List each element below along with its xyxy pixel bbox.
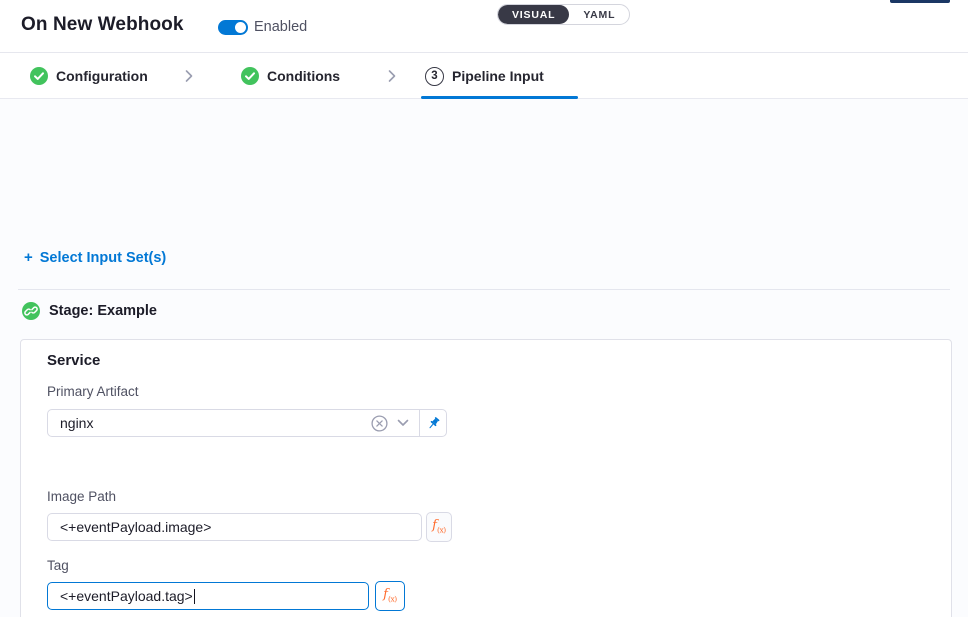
check-circle-icon — [241, 67, 259, 85]
enabled-toggle[interactable] — [218, 20, 248, 35]
tag-value: <+eventPayload.tag> — [60, 588, 193, 604]
clear-icon[interactable] — [371, 415, 388, 432]
tab-yaml[interactable]: YAML — [569, 5, 629, 24]
step-label: Configuration — [56, 68, 148, 84]
stage-icon — [22, 302, 40, 320]
select-input-sets-link[interactable]: + Select Input Set(s) — [24, 249, 166, 266]
enabled-label: Enabled — [254, 19, 307, 35]
select-main: nginx — [48, 410, 419, 436]
step-configuration[interactable]: Configuration — [30, 53, 148, 99]
service-section-title: Service — [47, 352, 100, 369]
toggle-knob — [235, 22, 246, 33]
check-circle-icon — [30, 67, 48, 85]
plus-icon: + — [24, 249, 33, 266]
primary-artifact-value: nginx — [60, 415, 362, 431]
stage-label: Stage: Example — [49, 303, 157, 319]
cutoff-top-button[interactable] — [890, 0, 950, 3]
tag-input[interactable]: <+eventPayload.tag> — [47, 582, 369, 610]
expression-button[interactable]: f(x) — [426, 512, 452, 542]
image-path-value: <+eventPayload.image> — [60, 519, 211, 535]
step-label: Pipeline Input — [452, 68, 544, 84]
service-card: Service Primary Artifact nginx — [20, 339, 952, 617]
chevron-right-icon — [184, 69, 194, 83]
primary-artifact-select[interactable]: nginx — [47, 409, 447, 437]
page-title: On New Webhook — [21, 14, 184, 36]
step-conditions[interactable]: Conditions — [241, 53, 340, 99]
trigger-wizard-page: On New Webhook Enabled VISUAL YAML Confi… — [0, 0, 968, 617]
tab-visual[interactable]: VISUAL — [498, 5, 569, 24]
stage-header: Stage: Example — [22, 302, 157, 320]
fx-icon: f(x) — [383, 588, 397, 603]
chevron-right-icon — [387, 69, 397, 83]
content-area: + Select Input Set(s) Stage: Example Ser… — [0, 99, 968, 617]
step-label: Conditions — [267, 68, 340, 84]
pin-button[interactable] — [419, 410, 446, 436]
visual-yaml-switch: VISUAL YAML — [497, 4, 630, 25]
text-caret — [194, 589, 195, 604]
primary-artifact-label: Primary Artifact — [47, 384, 139, 399]
select-input-sets-label: Select Input Set(s) — [40, 250, 167, 266]
chevron-down-icon[interactable] — [397, 419, 409, 427]
image-path-label: Image Path — [47, 489, 116, 504]
expression-button[interactable]: f(x) — [375, 581, 405, 611]
pin-icon — [426, 416, 441, 431]
fx-icon: f(x) — [432, 519, 446, 534]
step-pipeline-input[interactable]: 3 Pipeline Input — [425, 53, 544, 99]
wizard-step-bar: Configuration Conditions 3 Pipeline Inpu… — [0, 53, 968, 99]
image-path-input[interactable]: <+eventPayload.image> — [47, 513, 422, 541]
step-number-badge: 3 — [425, 67, 444, 86]
page-header: On New Webhook Enabled VISUAL YAML — [0, 0, 968, 53]
divider — [18, 289, 950, 290]
tag-label: Tag — [47, 558, 69, 573]
